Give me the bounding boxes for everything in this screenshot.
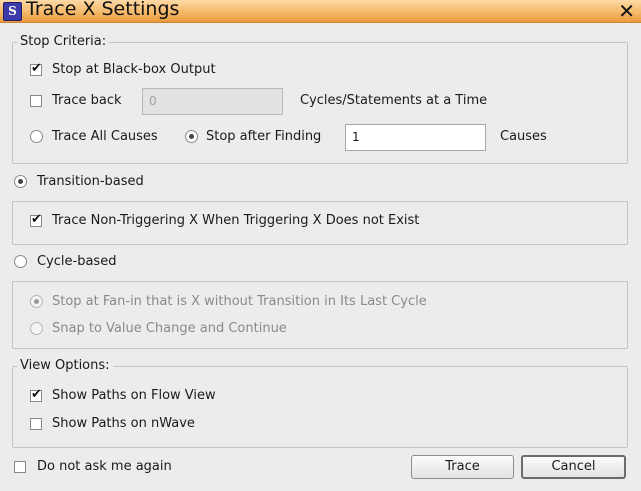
fan-in-label: Stop at Fan-in that is X without Transit… [52,294,427,309]
view-options-group [12,366,628,448]
view-options-title: View Options: [17,358,113,373]
cycle-based-label: Cycle-based [37,254,117,269]
stop-at-blackbox-checkbox[interactable] [30,61,42,76]
nwave-checkbox[interactable] [30,418,42,430]
snap-label: Snap to Value Change and Continue [52,321,287,336]
fan-in-radio[interactable] [30,295,43,308]
nwave-label: Show Paths on nWave [52,416,195,431]
cycle-based-group [12,281,628,349]
trace-all-causes-label: Trace All Causes [52,129,158,144]
transition-based-label: Transition-based [37,174,144,189]
stop-after-finding-label: Stop after Finding [206,129,322,144]
trace-button[interactable]: Trace [411,455,514,479]
trace-back-input[interactable]: 0 [142,88,283,115]
cancel-button[interactable]: Cancel [521,455,626,479]
transition-based-radio[interactable] [14,175,27,188]
stop-criteria-title: Stop Criteria: [17,34,110,49]
trace-all-causes-radio[interactable] [30,130,43,143]
stop-after-finding-input[interactable]: 1 [345,124,486,151]
window-title: Trace X Settings [26,0,180,20]
flow-view-label: Show Paths on Flow View [52,388,216,403]
stop-after-finding-radio[interactable] [185,130,198,143]
stop-at-blackbox-label: Stop at Black-box Output [52,62,216,77]
snap-radio[interactable] [30,322,43,335]
trace-back-label: Trace back [52,93,122,108]
non-triggering-checkbox[interactable] [30,212,42,227]
cycle-based-radio[interactable] [14,255,27,268]
trace-back-checkbox[interactable] [30,95,42,107]
title-bar: S Trace X Settings ✕ [0,0,641,23]
app-icon: S [3,2,22,21]
flow-view-checkbox[interactable] [30,387,42,402]
do-not-ask-label: Do not ask me again [37,459,172,474]
non-triggering-label: Trace Non-Triggering X When Triggering X… [52,213,420,228]
do-not-ask-checkbox[interactable] [14,461,26,473]
close-button[interactable]: ✕ [618,0,635,23]
stop-after-finding-suffix: Causes [500,129,547,144]
trace-back-suffix: Cycles/Statements at a Time [300,93,488,108]
